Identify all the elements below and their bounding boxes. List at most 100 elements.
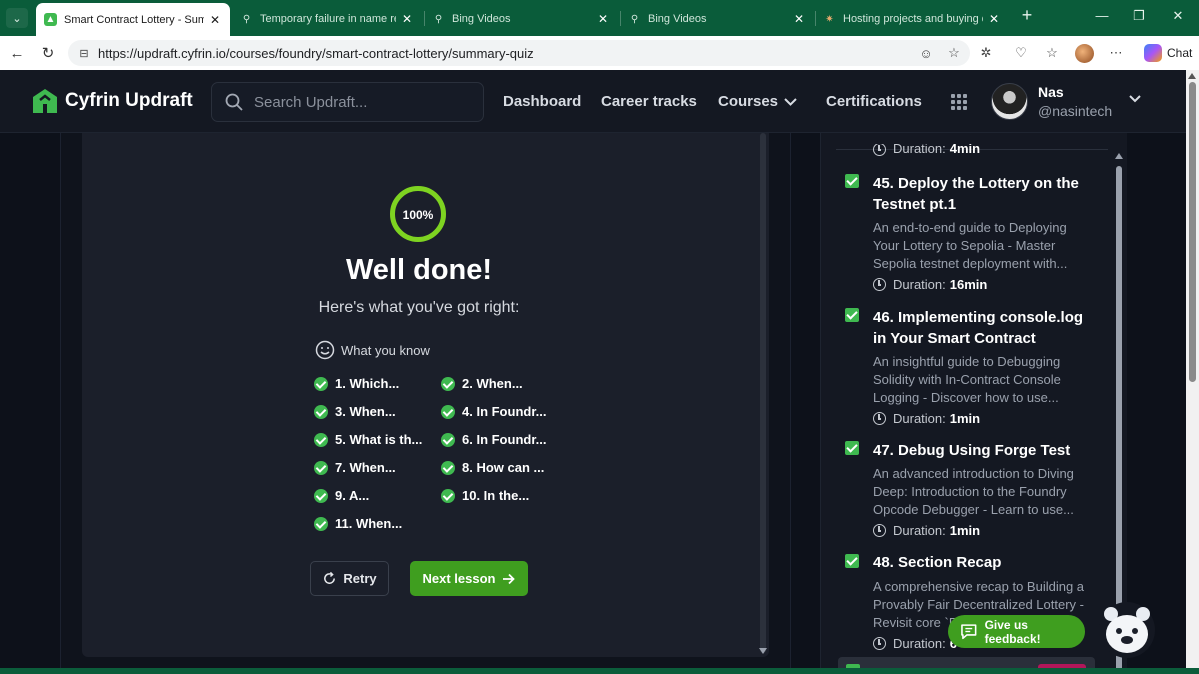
brand-name: Cyfrin Updraft xyxy=(65,90,193,111)
lesson-description: An end-to-end guide to Deploying Your Lo… xyxy=(873,220,1068,271)
profile-avatar-icon[interactable] xyxy=(1075,44,1094,63)
refresh-icon[interactable]: ↻ xyxy=(38,43,58,63)
favorite-star-icon[interactable]: ☆ xyxy=(945,44,963,62)
address-bar-row: ← ↻ ⊟ https://updraft.cyfrin.io/courses/… xyxy=(0,36,1199,70)
tab-hosting-projects[interactable]: ✷ Hosting projects and buying d ✕ xyxy=(815,4,1009,34)
close-icon[interactable]: ✕ xyxy=(792,12,806,26)
search-favicon-icon: ⚲ xyxy=(242,13,251,25)
close-window-icon[interactable]: ✕ xyxy=(1168,8,1188,24)
answer-label: 7. When... xyxy=(335,460,396,475)
tab-bing-videos-2[interactable]: ⚲ Bing Videos ✕ xyxy=(620,4,814,34)
lesson-description: An insightful guide to Debugging Solidit… xyxy=(873,354,1061,405)
duration-value: 1min xyxy=(949,411,981,426)
lesson-duration: Duration: 1min xyxy=(873,411,980,426)
lesson-completed-checkbox[interactable] xyxy=(845,174,859,188)
lesson-title[interactable]: 47. Debug Using Forge Test xyxy=(873,440,1099,461)
check-circle-icon xyxy=(314,404,328,419)
bear-mascot-icon[interactable] xyxy=(1099,600,1155,660)
tab-actions-menu-icon[interactable]: ⌄ xyxy=(6,8,28,28)
browser-essentials-icon[interactable]: ♡ xyxy=(1012,44,1030,62)
chevron-down-icon[interactable] xyxy=(784,97,797,107)
user-handle: @nasintech xyxy=(1038,103,1113,119)
what-you-know-header: What you know xyxy=(315,340,430,360)
clock-icon xyxy=(873,524,886,537)
scrollbar-thumb[interactable] xyxy=(760,133,766,653)
feedback-button[interactable]: Give us feedback! xyxy=(948,615,1085,648)
lesson-duration: Duration: 1min xyxy=(873,523,980,538)
lesson-completed-checkbox[interactable] xyxy=(845,441,859,455)
nav-courses[interactable]: Courses xyxy=(718,93,778,110)
clock-icon xyxy=(873,637,886,650)
sidebar-scrollbar[interactable] xyxy=(1112,150,1126,674)
duration-label: Duration: xyxy=(893,636,946,651)
scroll-up-arrow-icon[interactable] xyxy=(1188,73,1196,79)
retry-icon xyxy=(324,571,336,584)
lesson-description: An advanced introduction to Diving Deep:… xyxy=(873,466,1074,517)
brand-logo[interactable]: Cyfrin Updraft xyxy=(32,88,193,114)
answer-label: 9. A... xyxy=(335,488,370,503)
correct-answer-item: 4. In Foundr... xyxy=(441,404,547,419)
check-circle-icon xyxy=(441,404,455,419)
duration-label: Duration: xyxy=(893,144,946,156)
search-box[interactable] xyxy=(211,82,484,122)
duration-label: Duration: xyxy=(893,411,946,426)
feedback-label: Give us feedback! xyxy=(984,617,1041,646)
correct-answer-item: 9. A... xyxy=(314,488,369,503)
check-circle-icon xyxy=(314,516,328,531)
chat-label: Chat xyxy=(1167,46,1193,60)
lesson-completed-checkbox[interactable] xyxy=(845,308,859,322)
scroll-up-arrow-icon[interactable] xyxy=(1115,153,1123,159)
more-options-icon[interactable]: ⋯ xyxy=(1107,44,1125,62)
user-avatar[interactable] xyxy=(991,83,1028,120)
lesson-completed-checkbox[interactable] xyxy=(845,554,859,568)
site-header: Cyfrin Updraft Dashboard Career tracks C… xyxy=(0,70,1186,133)
tab-smart-contract-lottery[interactable]: ▲ Smart Contract Lottery - Summ ✕ xyxy=(36,3,230,36)
scrollbar-thumb[interactable] xyxy=(1116,166,1122,674)
close-icon[interactable]: ✕ xyxy=(987,12,1001,26)
search-input[interactable] xyxy=(254,93,464,111)
what-you-know-label: What you know xyxy=(341,342,430,358)
lesson-title[interactable]: 48. Section Recap xyxy=(873,552,1099,573)
chevron-down-icon[interactable] xyxy=(1128,92,1142,106)
close-icon[interactable]: ✕ xyxy=(596,12,610,26)
tab-title: Bing Videos xyxy=(648,13,707,25)
cyfrin-favicon-icon: ▲ xyxy=(44,13,57,26)
extensions-icon[interactable]: ✲ xyxy=(977,44,995,62)
next-lesson-button[interactable]: Next lesson xyxy=(410,561,528,596)
site-info-icon[interactable]: ⊟ xyxy=(76,45,92,61)
lesson-duration: Duration: 6 xyxy=(873,636,957,651)
scrollbar-thumb[interactable] xyxy=(1189,82,1196,382)
duration-value: 1min xyxy=(949,523,981,538)
scroll-down-arrow-icon[interactable] xyxy=(759,648,767,654)
check-circle-icon xyxy=(314,460,328,475)
reader-mode-icon[interactable]: ☺ xyxy=(917,44,935,62)
close-icon[interactable]: ✕ xyxy=(400,12,414,26)
search-icon xyxy=(225,93,243,111)
result-subheading: Here's what you've got right: xyxy=(318,299,520,316)
minimize-icon[interactable]: — xyxy=(1092,8,1112,23)
correct-answer-item: 3. When... xyxy=(314,404,396,419)
close-icon[interactable]: ✕ xyxy=(208,13,222,27)
check-circle-icon xyxy=(314,488,328,503)
nav-certifications[interactable]: Certifications xyxy=(826,93,922,110)
back-arrow-icon[interactable]: ← xyxy=(7,43,27,63)
tab-bing-videos-1[interactable]: ⚲ Bing Videos ✕ xyxy=(424,4,618,34)
lesson-title[interactable]: 45. Deploy the Lottery on the Testnet pt… xyxy=(873,173,1099,215)
copilot-chat-button[interactable]: Chat xyxy=(1138,41,1198,65)
page-scrollbar[interactable] xyxy=(1186,70,1199,674)
nav-dashboard[interactable]: Dashboard xyxy=(503,93,581,110)
url-bar[interactable]: ⊟ https://updraft.cyfrin.io/courses/foun… xyxy=(68,40,970,66)
tab-temporary-failure[interactable]: ⚲ Temporary failure in name reso ✕ xyxy=(232,4,422,34)
favorites-icon[interactable]: ☆ xyxy=(1043,44,1061,62)
retry-button[interactable]: Retry xyxy=(310,561,389,596)
new-tab-plus-icon[interactable]: + xyxy=(1017,5,1037,26)
apps-grid-icon[interactable] xyxy=(951,94,967,110)
sun-favicon-icon: ✷ xyxy=(825,13,834,25)
quiz-scrollbar[interactable] xyxy=(757,133,769,657)
lesson-title[interactable]: 46. Implementing console.log in Your Sma… xyxy=(873,307,1099,349)
clock-icon xyxy=(873,278,886,291)
retry-label: Retry xyxy=(343,571,377,586)
restore-window-icon[interactable]: ❐ xyxy=(1129,8,1149,24)
nav-career-tracks[interactable]: Career tracks xyxy=(601,93,697,110)
correct-answer-item: 2. When... xyxy=(441,376,523,391)
